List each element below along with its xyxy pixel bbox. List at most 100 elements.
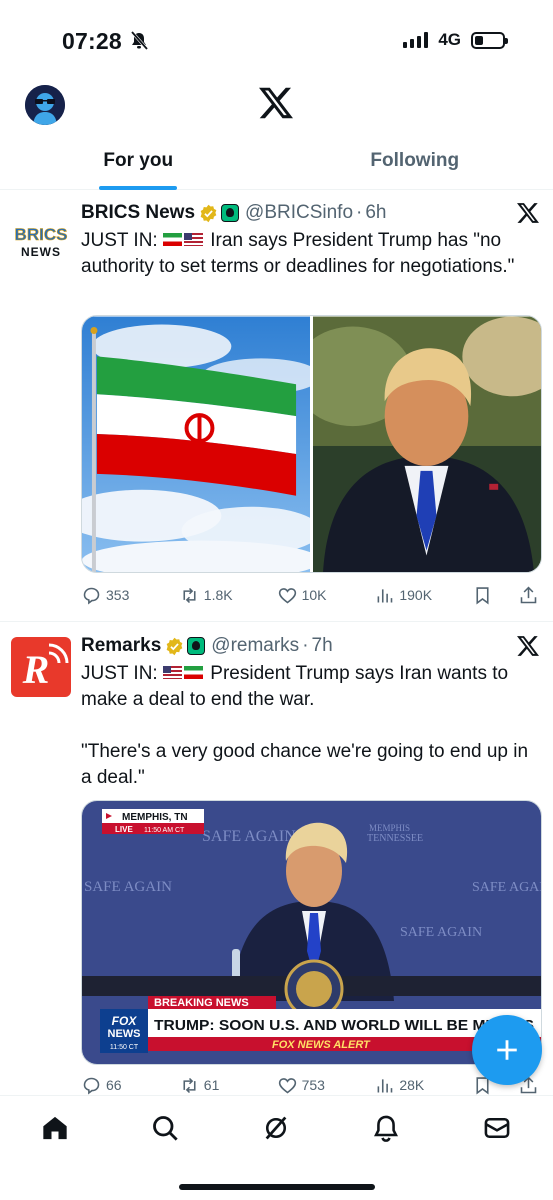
repost-icon — [183, 587, 196, 603]
tab-following-label: Following — [370, 150, 460, 171]
tweet-text: JUST IN: President Trump says Iran wants… — [81, 661, 533, 713]
fox-news-alert: FOX NEWS ALERT — [272, 1039, 371, 1051]
search-icon[interactable] — [151, 1114, 179, 1142]
reply-count: 353 — [106, 587, 130, 603]
status-indicators: 4G — [403, 30, 508, 50]
x-source-icon[interactable] — [517, 202, 539, 224]
network-type: 4G — [438, 30, 461, 49]
avatar-brics-text: BRICS — [15, 225, 68, 244]
backdrop-safe-again-2: SAFE AGAIN — [84, 879, 172, 895]
repost-count: 1.8K — [203, 587, 233, 603]
avatar-news-text: NEWS — [21, 245, 61, 259]
compose-post-button[interactable] — [472, 1015, 542, 1085]
reply-button[interactable]: 353 — [81, 585, 179, 606]
like-count: 10K — [301, 587, 327, 603]
tweet-card[interactable]: R Remarks @remarks · 7h JUST IN: Preside… — [0, 623, 553, 1095]
reply-count: 66 — [106, 1077, 122, 1093]
share-icon — [520, 586, 537, 603]
plus-icon — [497, 1040, 517, 1060]
repost-button[interactable]: 61 — [179, 1075, 277, 1096]
profile-avatar[interactable] — [25, 85, 65, 125]
home-icon[interactable] — [41, 1114, 69, 1142]
usa-flag-icon — [184, 233, 203, 247]
grok-icon[interactable] — [262, 1114, 290, 1142]
tweet-prefix: JUST IN: — [81, 230, 158, 251]
bookmark-button[interactable] — [472, 585, 518, 606]
reply-icon — [83, 587, 100, 605]
like-button[interactable]: 753 — [277, 1075, 375, 1096]
verified-gold-icon — [200, 204, 217, 222]
views-icon — [377, 1078, 393, 1092]
iran-flag-icon — [163, 233, 182, 247]
repost-button[interactable]: 1.8K — [179, 585, 277, 606]
like-icon — [278, 1077, 296, 1093]
video-location: MEMPHIS, TN — [122, 812, 188, 823]
signal-icon — [403, 32, 429, 48]
tweet-text: JUST IN: Iran says President Trump has "… — [81, 228, 533, 280]
video-live-time: 11:50 AM CT — [144, 827, 185, 834]
reply-icon — [83, 1077, 100, 1095]
tweet-quote-text: "There's a very good chance we're going … — [81, 741, 534, 788]
tweet-author-handle[interactable]: @remarks — [211, 635, 299, 657]
share-button[interactable] — [518, 585, 539, 606]
tweet-author-avatar[interactable]: R — [11, 637, 71, 697]
app-header: For you Following — [0, 80, 553, 190]
timeline-tabs: For you Following — [0, 136, 553, 190]
tab-following[interactable]: Following — [277, 136, 553, 190]
tab-for-you-label: For you — [103, 150, 174, 171]
trump-photo[interactable] — [313, 316, 541, 573]
like-button[interactable]: 10K — [277, 585, 375, 606]
views-icon — [377, 588, 393, 602]
backdrop-safe-again-3: SAFE AGAIN — [472, 880, 542, 895]
avatar-r-letter: R — [22, 647, 50, 692]
like-count: 753 — [301, 1077, 325, 1093]
like-icon — [278, 587, 296, 603]
tweet-author-handle[interactable]: @BRICSinfo — [245, 202, 353, 224]
backdrop-memphis: MEMPHIS — [369, 823, 410, 833]
fox-news-video-frame[interactable]: SAFE AGAIN SAFE AGAIN SAFE AGAIN SAFE AG… — [82, 801, 542, 1065]
views-button[interactable]: 190K — [374, 585, 472, 606]
affiliate-badge-icon — [187, 637, 206, 655]
home-indicator — [179, 1184, 375, 1190]
status-time: 07:28 — [62, 28, 122, 54]
tab-for-you[interactable]: For you — [0, 136, 277, 190]
tweet-author-avatar[interactable]: BRICS NEWS — [11, 212, 71, 272]
tweet-media[interactable] — [81, 315, 542, 573]
affiliate-badge-icon — [221, 204, 240, 222]
tweet-card[interactable]: BRICS NEWS BRICS News @BRICSinfo · 6h JU… — [0, 190, 553, 622]
views-button[interactable]: 28K — [374, 1075, 472, 1096]
iran-flag-photo[interactable] — [82, 316, 310, 573]
tweet-author-name[interactable]: BRICS News — [81, 202, 195, 224]
x-logo-icon — [259, 87, 293, 119]
avatar-image — [25, 85, 65, 125]
iran-flag-icon — [184, 666, 203, 680]
tweet-header: BRICS News @BRICSinfo · 6h — [81, 202, 387, 224]
tweet-time: 6h — [365, 202, 387, 223]
tweet-separator: · — [302, 635, 309, 656]
backdrop-safe-again-1: SAFE AGAIN — [202, 828, 296, 845]
usa-flag-icon — [163, 666, 182, 680]
tweet-media[interactable]: SAFE AGAIN SAFE AGAIN SAFE AGAIN SAFE AG… — [81, 800, 542, 1065]
reply-button[interactable]: 66 — [81, 1075, 179, 1096]
tweet-author-name[interactable]: Remarks — [81, 635, 161, 657]
status-bar: 07:28 4G — [0, 0, 553, 80]
backdrop-safe-again-4: SAFE AGAIN — [400, 925, 482, 940]
repost-icon — [183, 1077, 196, 1093]
notifications-icon[interactable] — [372, 1114, 400, 1142]
breaking-news-label: BREAKING NEWS — [154, 997, 249, 1009]
views-count: 28K — [399, 1077, 425, 1093]
backdrop-tennessee: TENNESSEE — [367, 833, 423, 844]
messages-icon[interactable] — [483, 1114, 511, 1142]
video-live-label: LIVE — [115, 825, 133, 834]
tweet-prefix: JUST IN: — [81, 663, 158, 684]
tweet-actions: 353 1.8K 10K 190K — [81, 580, 539, 610]
fox-logo-line2: NEWS — [108, 1028, 141, 1040]
tweet-separator: · — [356, 202, 363, 223]
x-source-icon[interactable] — [517, 635, 539, 657]
repost-count: 61 — [203, 1077, 220, 1093]
silent-bell-icon — [130, 31, 148, 50]
fox-logo-time: 11:50 CT — [110, 1044, 139, 1051]
bottom-navigation — [0, 1095, 553, 1200]
tweet-time: 7h — [311, 635, 333, 656]
bookmark-icon — [476, 586, 489, 605]
